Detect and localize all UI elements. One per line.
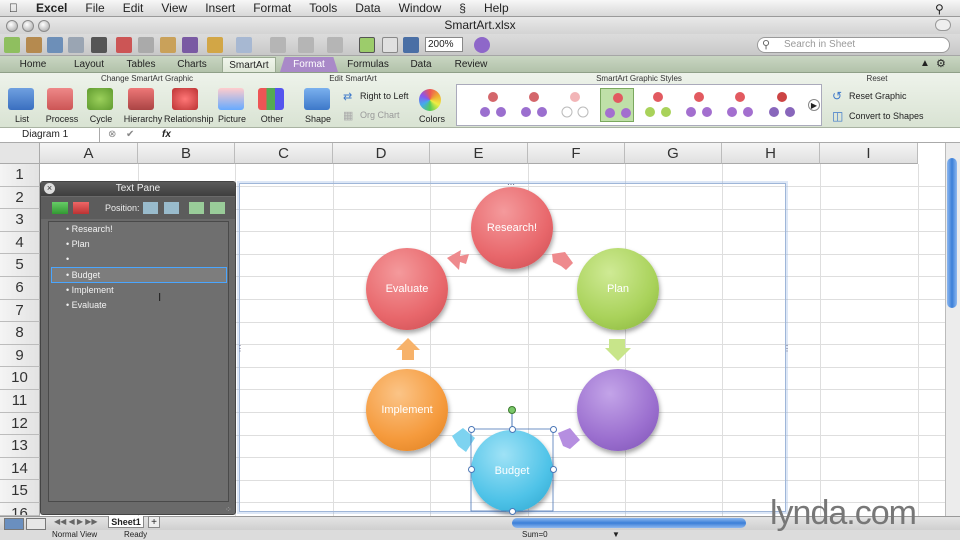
arrow-evaluate-to-research (447, 250, 469, 270)
rotate-handle (508, 406, 516, 414)
resize-handle-ne[interactable] (550, 426, 557, 433)
sheet-tab-sheet1[interactable]: Sheet1 (108, 516, 144, 528)
text-cursor-icon: Ⅰ (158, 292, 162, 304)
budget-selection-box (470, 428, 554, 512)
status-ready: Ready (124, 530, 148, 539)
text-pane-bullet-evaluate[interactable]: • Evaluate (66, 298, 107, 312)
remove-bullet-icon[interactable] (73, 202, 89, 214)
text-pane-bullet-plan[interactable]: • Plan (66, 237, 90, 251)
resize-handle-s[interactable] (509, 508, 516, 515)
arrow-empty-to-budget (558, 428, 580, 449)
page-layout-view-button[interactable] (26, 518, 46, 530)
bullet-text[interactable]: Research! (72, 224, 113, 234)
bullet-text[interactable]: Plan (72, 239, 90, 249)
position-label: Position: (105, 203, 140, 213)
lynda-watermark: lynda.com (770, 494, 917, 532)
sheet-nav-arrows-icon[interactable]: ◀◀ ◀ ▶ ▶▶ (54, 517, 98, 526)
move-up-icon[interactable] (189, 202, 204, 214)
arrow-plan-to-empty (605, 339, 631, 361)
text-pane-close-icon[interactable]: × (44, 183, 55, 194)
add-bullet-icon[interactable] (52, 202, 68, 214)
text-pane-bullet-empty[interactable]: • (66, 252, 69, 266)
normal-view-button[interactable] (4, 518, 24, 530)
promote-icon[interactable] (143, 202, 158, 214)
bullet-text[interactable]: Implement (72, 285, 114, 295)
arrow-research-to-plan (552, 252, 573, 270)
resize-handle-w[interactable] (468, 466, 475, 473)
status-view-mode: Normal View (52, 530, 98, 539)
resize-handle-e[interactable] (550, 466, 557, 473)
demote-icon[interactable] (164, 202, 179, 214)
text-pane-list[interactable] (48, 221, 229, 502)
sum-dropdown-icon[interactable]: ▼ (612, 530, 620, 540)
arrow-implement-to-evaluate (396, 338, 420, 360)
text-pane-bullet-research[interactable]: • Research! (66, 222, 113, 236)
resize-handle-n[interactable] (509, 426, 516, 433)
text-pane-bullet-implement[interactable]: • Implement (66, 283, 114, 297)
horizontal-scroll-thumb[interactable] (512, 518, 746, 528)
text-pane-bullet-budget[interactable]: • Budget (66, 268, 100, 282)
text-pane-title: Text Pane (41, 182, 235, 196)
bullet-text[interactable]: Budget (72, 270, 101, 280)
move-down-icon[interactable] (210, 202, 225, 214)
resize-handle-nw[interactable] (468, 426, 475, 433)
bullet-text[interactable]: Evaluate (72, 300, 107, 310)
vertical-scroll-thumb[interactable] (947, 158, 957, 308)
status-sum[interactable]: Sum=0 (522, 530, 548, 540)
add-sheet-icon[interactable]: + (148, 516, 160, 528)
text-pane-resize-grip[interactable]: ⁘ (225, 505, 232, 514)
